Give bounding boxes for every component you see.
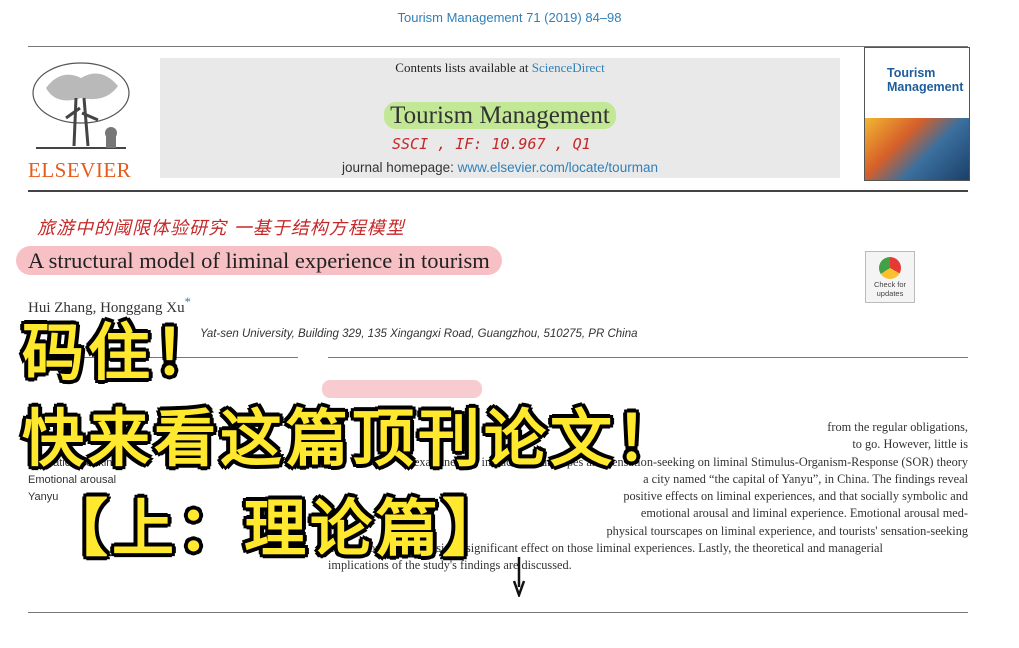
sciencedirect-link[interactable]: ScienceDirect [532, 60, 605, 75]
cover-image [865, 118, 969, 180]
overlay-line-1: 码住！ [21, 315, 221, 390]
journal-name: Tourism Management [160, 102, 840, 130]
homepage-line: journal homepage: www.elsevier.com/locat… [160, 160, 840, 175]
check-for-updates-button[interactable]: Check for updates [865, 251, 915, 303]
journal-name-text: Tourism Management [384, 102, 616, 129]
article-title: A structural model of liminal experience… [16, 246, 502, 275]
elsevier-wordmark: ELSEVIER [28, 158, 132, 182]
check-updates-icon [879, 257, 901, 279]
abstract-top-rule [328, 357, 968, 358]
overlay-line-2: 快来看这篇顶刊论文！ [21, 401, 683, 476]
handwritten-journal-note: SSCI , IF: 10.967 , Q1 [392, 135, 591, 153]
homepage-prefix: journal homepage: [342, 160, 458, 175]
cover-title-line1: Tourism [887, 66, 936, 80]
homepage-link[interactable]: www.elsevier.com/locate/tourman [458, 160, 658, 175]
header-rule [28, 190, 968, 192]
elsevier-tree-logo [32, 62, 130, 149]
cover-title-line2: Management [887, 80, 964, 94]
journal-cover-thumbnail[interactable]: Tourism Management [864, 47, 970, 181]
top-rule [28, 46, 968, 47]
bottom-rule [28, 612, 968, 613]
check-updates-label: Check for updates [873, 280, 907, 298]
contents-prefix: Contents lists available at [395, 60, 532, 75]
cover-title: Tourism Management [887, 66, 963, 94]
handwritten-arrow-icon [512, 557, 526, 597]
overlay-line-3: 【上：理论篇】 [45, 491, 509, 566]
contents-line: Contents lists available at ScienceDirec… [160, 60, 840, 76]
affiliation: Yat-sen University, Building 329, 135 Xi… [200, 328, 638, 340]
article-title-text: A structural model of liminal experience… [16, 246, 502, 275]
handwritten-title-translation: 旅游中的阈限体验研究 一基于结构方程模型 [37, 218, 405, 239]
journal-reference[interactable]: Tourism Management 71 (2019) 84–98 [0, 10, 1019, 25]
